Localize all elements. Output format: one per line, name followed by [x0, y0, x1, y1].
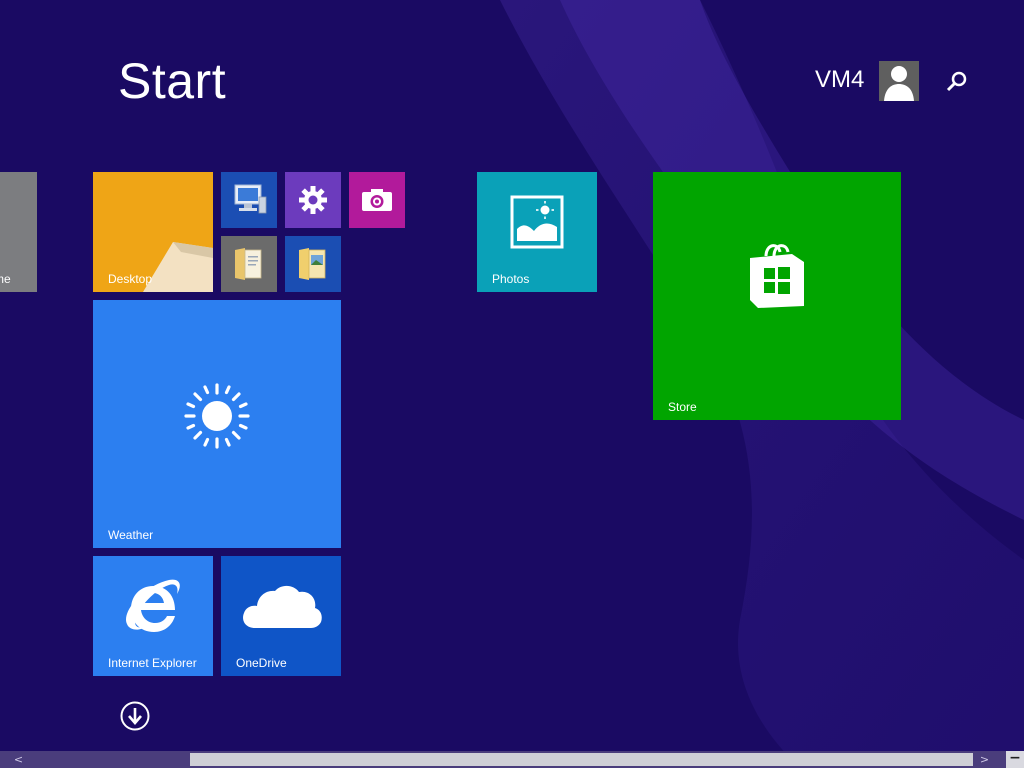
document-folder-icon [235, 248, 262, 280]
ie-logo-icon [126, 579, 180, 632]
tile-label: OneDrive [236, 656, 287, 670]
tile-weather[interactable]: Weather [93, 300, 341, 548]
start-title: Start [118, 53, 227, 109]
scroll-left-arrow[interactable]: < [10, 751, 27, 768]
horizontal-scrollbar[interactable]: < > − [0, 751, 1024, 768]
computer-icon [234, 184, 267, 214]
tile-this-pc[interactable] [221, 172, 277, 228]
down-arrow-circle-icon [120, 701, 150, 731]
tile-file-explorer[interactable] [285, 236, 341, 292]
tile-label: Internet Explorer [108, 656, 197, 670]
sun-icon [184, 383, 250, 449]
tile-internet-explorer[interactable]: Internet Explorer [93, 556, 213, 676]
search-button[interactable] [940, 66, 972, 98]
folder-icon [299, 248, 326, 280]
cloud-icon [243, 585, 322, 628]
tile-partial[interactable]: me [0, 172, 37, 292]
tile-documents[interactable] [221, 236, 277, 292]
camera-icon [362, 189, 392, 211]
tile-pc-settings[interactable] [285, 172, 341, 228]
scroll-thumb[interactable] [190, 753, 973, 766]
tile-photos[interactable]: Photos [477, 172, 597, 292]
tile-label: Weather [108, 528, 154, 542]
scroll-right-arrow[interactable]: > [976, 751, 993, 768]
tile-label: Desktop [108, 272, 153, 286]
user-avatar[interactable] [879, 61, 919, 101]
tile-label: me [0, 272, 11, 286]
tile-onedrive[interactable]: OneDrive [221, 556, 341, 676]
search-icon [946, 71, 967, 92]
tile-camera[interactable] [349, 172, 405, 228]
all-apps-button[interactable] [119, 700, 151, 732]
tile-label: Store [668, 400, 697, 414]
photo-icon [510, 195, 564, 249]
tile-desktop[interactable]: Desktop [93, 172, 213, 292]
tile-store[interactable]: Store [653, 172, 901, 420]
store-bag-icon [750, 244, 804, 308]
gear-icon [299, 186, 327, 214]
user-name[interactable]: VM4 [815, 66, 864, 94]
tile-label: Photos [492, 272, 530, 286]
zoom-out-button[interactable]: − [1006, 751, 1024, 768]
user-silhouette-icon [884, 66, 914, 101]
